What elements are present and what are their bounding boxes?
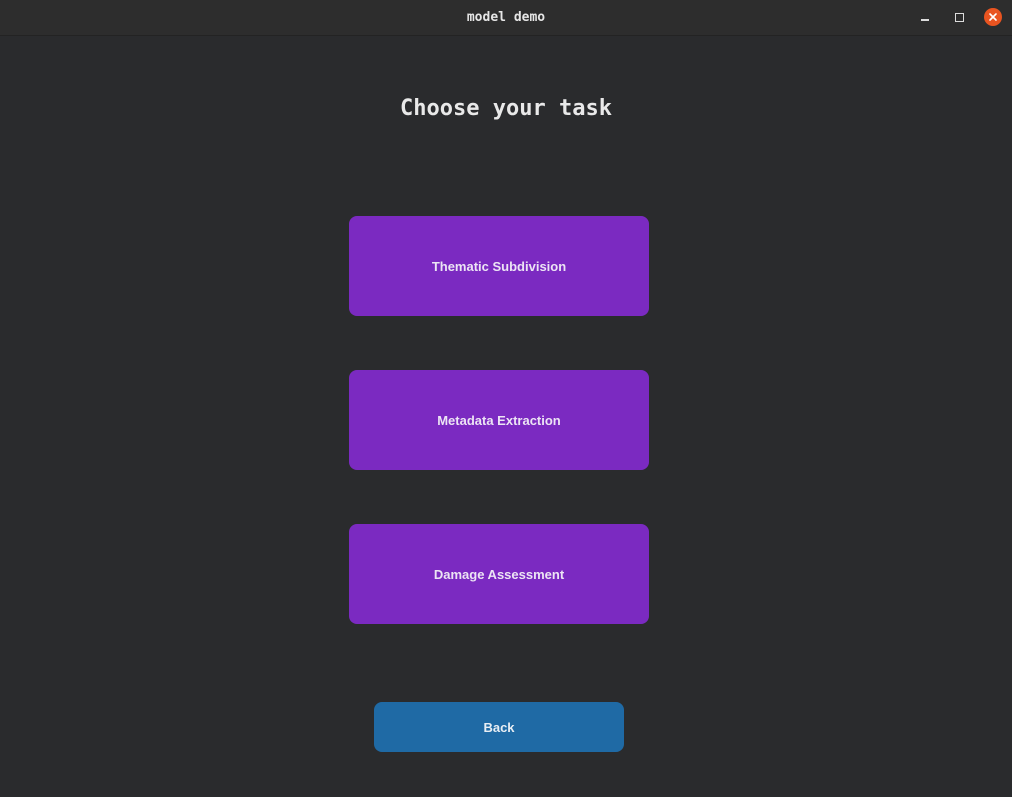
maximize-icon <box>954 12 964 22</box>
minimize-button[interactable] <box>916 8 934 26</box>
title-bar[interactable]: model demo <box>0 0 1012 36</box>
metadata-extraction-button[interactable]: Metadata Extraction <box>349 370 649 470</box>
damage-assessment-button[interactable]: Damage Assessment <box>349 524 649 624</box>
close-button[interactable] <box>984 8 1002 26</box>
maximize-button[interactable] <box>950 8 968 26</box>
close-icon <box>984 8 1002 26</box>
thematic-subdivision-button[interactable]: Thematic Subdivision <box>349 216 649 316</box>
minimize-icon <box>921 19 929 21</box>
page-title: Choose your task <box>400 96 612 121</box>
window-title: model demo <box>466 10 546 25</box>
app-window: model demo Choose your task Thematic Sub… <box>0 0 1012 797</box>
back-button[interactable]: Back <box>374 702 624 752</box>
